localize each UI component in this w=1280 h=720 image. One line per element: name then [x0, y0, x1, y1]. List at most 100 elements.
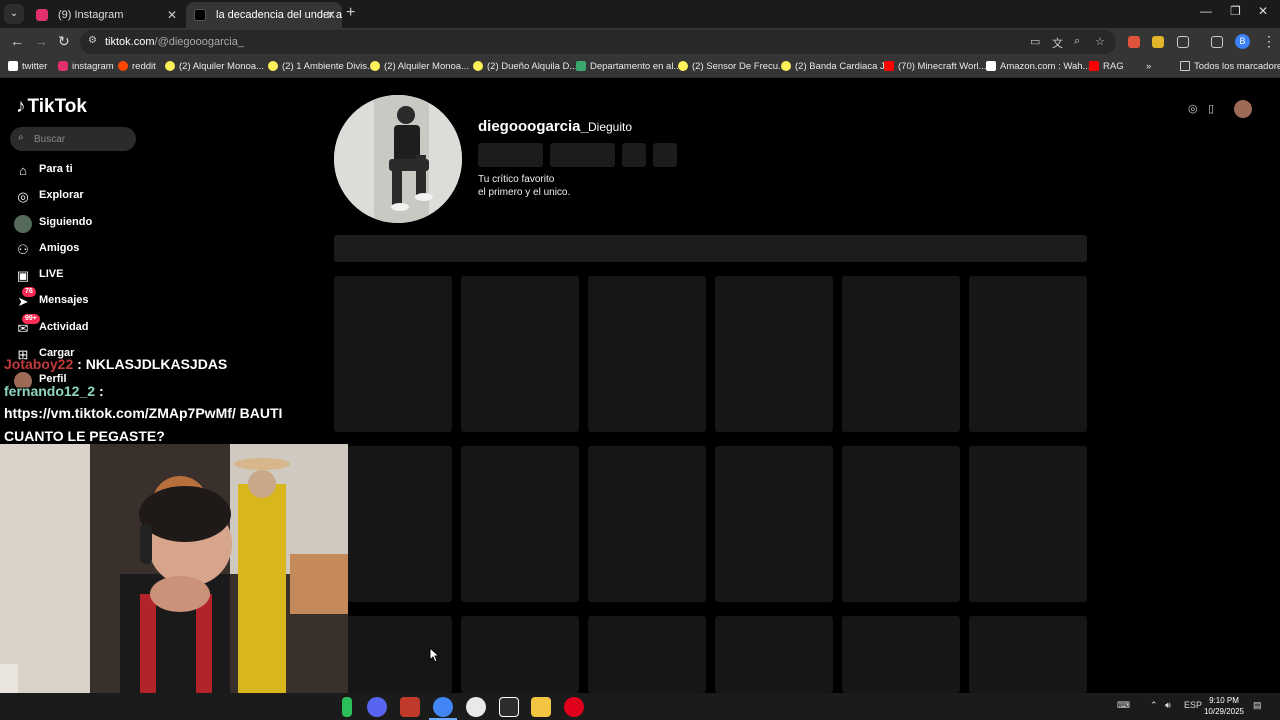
tab-active-tiktok[interactable]: la decadencia del under argent ✕: [186, 2, 342, 28]
reddit-icon: [118, 61, 128, 71]
video-thumbnail-placeholder[interactable]: [334, 446, 452, 602]
more-bookmarks-icon[interactable]: »: [1146, 56, 1151, 77]
volume-icon[interactable]: 🔊︎: [1165, 700, 1171, 711]
bookmark-item[interactable]: (70) Minecraft Worl...: [884, 56, 987, 77]
capcut-icon[interactable]: [499, 697, 519, 717]
extension-icon[interactable]: [1128, 36, 1140, 48]
tab-instagram[interactable]: (9) Instagram ✕: [28, 2, 183, 28]
back-icon[interactable]: ←: [10, 33, 24, 49]
profile-avatar-large: [334, 95, 462, 223]
extension-icon[interactable]: [1152, 36, 1164, 48]
bookmark-item[interactable]: (2) Banda Cardiaca J...: [781, 56, 893, 77]
live-icon: ▣: [16, 268, 30, 283]
video-thumbnail-placeholder[interactable]: [461, 616, 579, 693]
minimize-icon[interactable]: —: [1200, 4, 1212, 18]
bookmark-item[interactable]: RAG: [1089, 56, 1124, 77]
bookmark-item[interactable]: Amazon.com : Wah...: [986, 56, 1090, 77]
bookmark-item[interactable]: reddit: [118, 56, 156, 77]
tray-chevron-icon[interactable]: ⌃: [1150, 700, 1158, 711]
opera-icon[interactable]: [564, 697, 584, 717]
tiktok-logo[interactable]: ♪ TikTok: [16, 96, 87, 118]
video-thumbnail-placeholder[interactable]: [461, 446, 579, 602]
all-bookmarks-folder[interactable]: Todos los marcadores: [1180, 56, 1280, 77]
translate-icon[interactable]: 文: [1052, 35, 1063, 51]
device-icon[interactable]: ▯: [1208, 102, 1214, 115]
bookmark-item[interactable]: (2) Dueño Alquila D...: [473, 56, 577, 77]
nav-siguiendo[interactable]: Siguiendo: [14, 214, 214, 234]
amazon-icon: [986, 61, 996, 71]
video-thumbnail-placeholder[interactable]: [842, 276, 960, 432]
video-thumbnail-placeholder[interactable]: [842, 616, 960, 693]
restore-icon[interactable]: ❐: [1230, 4, 1241, 18]
search-input[interactable]: [34, 127, 132, 151]
bookmark-item[interactable]: (2) 1 Ambiente Divis...: [268, 56, 375, 77]
bookmark-item[interactable]: twitter: [8, 56, 47, 77]
nav-live[interactable]: ▣ LIVE: [14, 266, 214, 286]
icon-button-placeholder[interactable]: [653, 143, 677, 167]
address-bar[interactable]: ⚙ tiktok.com/@diegooogarcia_ ▭ 文 ⌕ ☆: [80, 30, 1116, 54]
bookmark-label: (2) Alquiler Monoa...: [179, 61, 265, 72]
bookmark-item[interactable]: (2) Alquiler Monoa...: [165, 56, 264, 77]
forward-icon[interactable]: →: [34, 33, 48, 49]
screen: ⌄ (9) Instagram ✕ la decadencia del unde…: [0, 0, 1280, 720]
voicemeeter-icon[interactable]: [400, 697, 420, 717]
install-app-icon[interactable]: ▭: [1030, 35, 1040, 48]
close-tab-icon[interactable]: ✕: [326, 2, 336, 28]
follow-button-placeholder[interactable]: [478, 143, 543, 167]
video-thumbnail-placeholder[interactable]: [715, 616, 833, 693]
video-thumbnail-placeholder[interactable]: [715, 446, 833, 602]
nav-label: Actividad: [39, 321, 89, 333]
video-thumbnail-placeholder[interactable]: [842, 446, 960, 602]
nav-mensajes[interactable]: ➤ 76 Mensajes: [14, 287, 214, 312]
profile-tabs-placeholder: [334, 235, 1087, 262]
zoom-icon[interactable]: ⌕: [1074, 35, 1080, 48]
message-button-placeholder[interactable]: [550, 143, 615, 167]
new-tab-icon[interactable]: +: [346, 4, 355, 22]
reading-list-icon[interactable]: [1211, 36, 1223, 48]
video-thumbnail-placeholder[interactable]: [715, 276, 833, 432]
video-thumbnail-placeholder[interactable]: [588, 276, 706, 432]
extensions-puzzle-icon[interactable]: [1177, 36, 1189, 48]
site-info-icon[interactable]: ⚙: [88, 35, 97, 46]
reload-icon[interactable]: ↻: [58, 33, 70, 50]
close-window-icon[interactable]: ✕: [1258, 4, 1268, 18]
video-thumbnail-placeholder[interactable]: [969, 446, 1087, 602]
clock-date[interactable]: 10/29/2025: [1200, 707, 1248, 716]
tab-search-icon[interactable]: ⌄: [4, 4, 24, 24]
video-thumbnail-placeholder[interactable]: [588, 616, 706, 693]
keyboard-icon[interactable]: ⌨: [1117, 700, 1130, 711]
search-box[interactable]: ⌕: [10, 127, 136, 151]
discord-icon[interactable]: [367, 697, 387, 717]
obs-icon[interactable]: [466, 697, 486, 717]
whatsapp-icon[interactable]: [342, 697, 352, 717]
profile-avatar[interactable]: B: [1235, 34, 1250, 49]
profile-nickname: Dieguito: [588, 120, 633, 134]
compass-icon: ◎: [17, 189, 29, 204]
nav-actividad[interactable]: ✉ 99+ Actividad: [14, 314, 214, 339]
video-thumbnail-placeholder[interactable]: [461, 276, 579, 432]
bookmark-item[interactable]: instagram: [58, 56, 114, 77]
bookmark-label: instagram: [72, 61, 114, 72]
mercadolibre-icon: [268, 61, 278, 71]
video-thumbnail-placeholder[interactable]: [334, 276, 452, 432]
chrome-icon[interactable]: [433, 697, 453, 717]
nav-amigos[interactable]: ⚇ Amigos: [14, 240, 214, 260]
video-thumbnail-placeholder[interactable]: [969, 616, 1087, 693]
bookmark-item[interactable]: (2) Alquiler Monoa...: [370, 56, 469, 77]
file-explorer-icon[interactable]: [531, 697, 551, 717]
nav-para-ti[interactable]: ⌂ Para ti: [14, 161, 214, 181]
notifications-icon[interactable]: ▤: [1253, 700, 1262, 711]
messages-badge: 76: [22, 287, 36, 297]
bookmark-star-icon[interactable]: ☆: [1095, 35, 1105, 48]
bookmark-item[interactable]: (2) Sensor De Frecu...: [678, 56, 786, 77]
icon-button-placeholder[interactable]: [622, 143, 646, 167]
user-avatar[interactable]: [1234, 100, 1252, 118]
nav-explorar[interactable]: ◎ Explorar: [14, 187, 214, 207]
close-tab-icon[interactable]: ✕: [167, 2, 177, 28]
video-thumbnail-placeholder[interactable]: [588, 446, 706, 602]
video-thumbnail-placeholder[interactable]: [969, 276, 1087, 432]
menu-dots-icon[interactable]: ⋮: [1262, 33, 1276, 50]
clock-time[interactable]: 9:10 PM: [1200, 696, 1248, 705]
coins-icon[interactable]: ◎: [1188, 102, 1198, 115]
bookmark-item[interactable]: Departamento en al...: [576, 56, 681, 77]
